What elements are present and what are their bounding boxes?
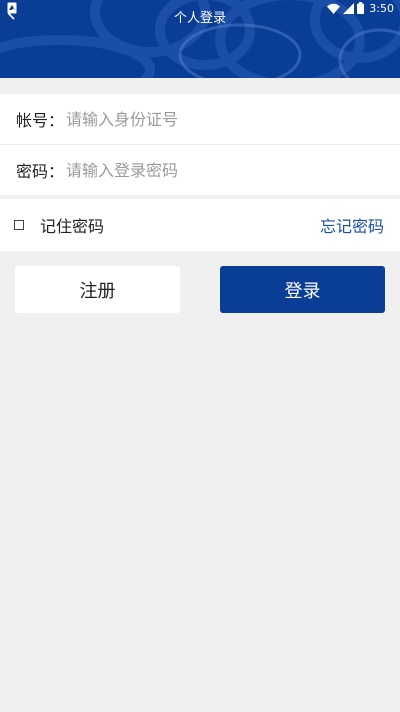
remember-row: 记住密码 忘记密码	[0, 199, 400, 251]
login-form: 帐号： 密码：	[0, 94, 400, 196]
password-label: 密码：	[16, 162, 65, 181]
register-button[interactable]: 注册	[15, 266, 180, 313]
login-button[interactable]: 登录	[220, 266, 385, 313]
password-row: 密码：	[0, 145, 400, 196]
account-row: 帐号：	[0, 94, 400, 145]
page-title: 个人登录	[173, 11, 226, 26]
account-input[interactable]	[66, 109, 367, 129]
account-label: 帐号：	[16, 111, 65, 130]
forgot-password-link[interactable]: 忘记密码	[320, 213, 384, 237]
app-header: 3:50 个人登录	[0, 0, 400, 78]
password-input[interactable]	[66, 160, 367, 180]
remember-password-label[interactable]: 记住密码	[40, 213, 104, 237]
remember-password-checkbox[interactable]	[14, 220, 24, 230]
